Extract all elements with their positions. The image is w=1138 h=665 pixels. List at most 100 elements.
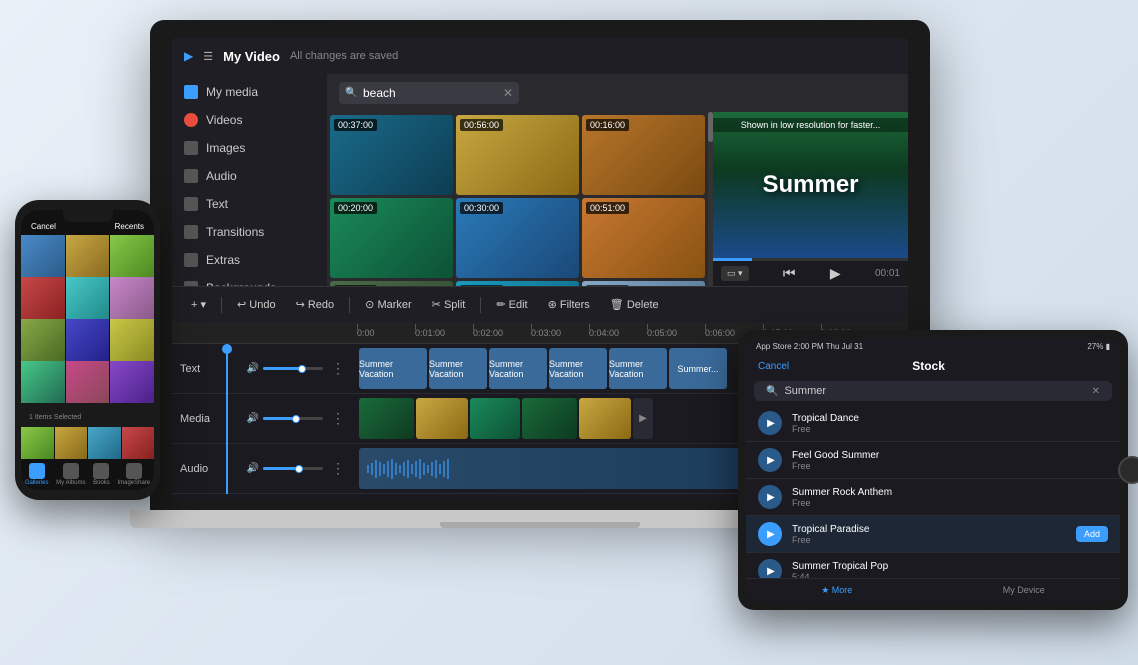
sidebar-item-backgrounds[interactable]: Backgrounds: [172, 274, 327, 286]
audio-volume-bar[interactable]: [263, 467, 323, 470]
phone-recent-photo-4[interactable]: [122, 427, 155, 460]
project-title[interactable]: My Video: [223, 49, 280, 64]
sidebar-item-transitions[interactable]: Transitions: [172, 218, 327, 246]
sidebar-item-text[interactable]: Text: [172, 190, 327, 218]
tablet-music-item-2[interactable]: ▶ Feel Good Summer Free: [746, 442, 1120, 479]
video-thumb-9[interactable]: 00:15:00: [582, 281, 705, 286]
video-duration-7: 00:37:00: [334, 285, 377, 286]
video-thumb-2[interactable]: 00:56:00: [456, 115, 579, 195]
sidebar-label-text: Text: [206, 197, 228, 211]
tablet-music-item-3[interactable]: ▶ Summer Rock Anthem Free: [746, 479, 1120, 516]
phone-photo-7[interactable]: [21, 319, 65, 363]
edit-button[interactable]: ✏ Edit: [489, 295, 534, 314]
tablet-cancel-button[interactable]: Cancel: [758, 361, 789, 372]
phone-tab-imageshare[interactable]: ImageShare: [117, 463, 150, 486]
text-volume-bar[interactable]: [263, 367, 323, 370]
text-clip-5[interactable]: Summer Vacation: [609, 348, 667, 389]
media-clip-1[interactable]: [359, 398, 414, 439]
media-clip-5[interactable]: [579, 398, 631, 439]
tablet-play-btn-3[interactable]: ▶: [758, 485, 782, 509]
audio-track-label: Audio 🔊 ⋮: [172, 460, 357, 477]
tablet-play-btn-1[interactable]: ▶: [758, 411, 782, 435]
phone-recent-photo-2[interactable]: [55, 427, 88, 460]
text-clip-6[interactable]: Summer...: [669, 348, 727, 389]
tablet-play-btn-5[interactable]: ▶: [758, 559, 782, 578]
tablet-status-left: App Store 2:00 PM Thu Jul 31: [756, 342, 863, 351]
video-thumb-5[interactable]: 00:30:00: [456, 198, 579, 278]
phone-tab-albums[interactable]: My Albums: [56, 463, 85, 486]
phone-recents-text[interactable]: Recents: [115, 222, 144, 231]
video-thumb-4[interactable]: 00:20:00: [330, 198, 453, 278]
phone-recent-photo-1[interactable]: [21, 427, 54, 460]
text-clip-4[interactable]: Summer Vacation: [549, 348, 607, 389]
sidebar-item-my-media[interactable]: My media: [172, 78, 327, 106]
add-button[interactable]: + ▾: [184, 295, 213, 314]
marker-button[interactable]: ⊙ Marker: [358, 295, 419, 314]
phone-tab-galleries[interactable]: Galleries: [25, 463, 49, 486]
play-pause-button[interactable]: ▶: [830, 265, 841, 282]
tablet-search-value[interactable]: Summer: [784, 385, 826, 397]
tablet-home-button[interactable]: [1118, 456, 1138, 484]
delete-button[interactable]: 🗑 Delete: [603, 295, 666, 314]
video-thumb-3[interactable]: 00:16:00: [582, 115, 705, 195]
video-thumb-6[interactable]: 00:51:00: [582, 198, 705, 278]
media-volume-bar[interactable]: [263, 417, 323, 420]
phone-cancel-text[interactable]: Cancel: [31, 222, 56, 231]
audio-track-more-button[interactable]: ⋮: [327, 460, 349, 477]
undo-button[interactable]: ↩ Undo: [230, 295, 283, 314]
sidebar-item-videos[interactable]: Videos: [172, 106, 327, 134]
text-clip-1[interactable]: Summer Vacation: [359, 348, 427, 389]
tablet-search-clear[interactable]: ✕: [1092, 386, 1100, 397]
prev-frame-button[interactable]: ⏮: [783, 265, 796, 282]
filters-button[interactable]: ⊛ Filters: [541, 295, 597, 314]
preview-size-button[interactable]: ▭ ▾: [721, 266, 749, 281]
hamburger-icon[interactable]: ☰: [203, 50, 213, 63]
tablet-music-list: ▶ Tropical Dance Free ▶ Feel Good Summer…: [746, 405, 1120, 578]
tablet-play-btn-2[interactable]: ▶: [758, 448, 782, 472]
tablet-music-item-5[interactable]: ▶ Summer Tropical Pop 5:44: [746, 553, 1120, 578]
search-input[interactable]: [339, 82, 519, 104]
media-expand-button[interactable]: ▶: [633, 398, 653, 439]
phone-tab-books[interactable]: Books: [93, 463, 110, 486]
text-clip-3[interactable]: Summer Vacation: [489, 348, 547, 389]
tablet-music-item-4[interactable]: ▶ Tropical Paradise Free Add: [746, 516, 1120, 553]
text-clip-2[interactable]: Summer Vacation: [429, 348, 487, 389]
media-clip-3[interactable]: [470, 398, 520, 439]
tablet-music-item-1[interactable]: ▶ Tropical Dance Free: [746, 405, 1120, 442]
phone-photo-6[interactable]: [110, 277, 154, 321]
phone-photo-4[interactable]: [21, 277, 65, 321]
phone-photo-12[interactable]: [110, 361, 154, 402]
sidebar-label-videos: Videos: [206, 113, 242, 127]
media-track-more-button[interactable]: ⋮: [327, 410, 349, 427]
ruler-mark-2: 0:02:00: [473, 328, 531, 338]
phone-photo-8[interactable]: [66, 319, 110, 363]
phone-photo-3[interactable]: [110, 235, 154, 279]
text-track-more-button[interactable]: ⋮: [327, 360, 349, 377]
redo-button[interactable]: ↪ Redo: [289, 295, 342, 314]
phone-photo-5[interactable]: [66, 277, 110, 321]
tablet-tab-more[interactable]: ★ More: [821, 585, 852, 596]
tablet-play-btn-4[interactable]: ▶: [758, 522, 782, 546]
search-clear-button[interactable]: ✕: [503, 86, 513, 100]
video-thumb-1[interactable]: 00:37:00: [330, 115, 453, 195]
play-icon-3: ▶: [767, 492, 775, 503]
video-thumb-7[interactable]: 00:37:00: [330, 281, 453, 286]
sidebar-item-extras[interactable]: Extras: [172, 246, 327, 274]
phone-photo-9[interactable]: [110, 319, 154, 363]
phone-photo-1[interactable]: [21, 235, 65, 279]
phone-photo-10[interactable]: [21, 361, 65, 402]
media-clip-2[interactable]: [416, 398, 468, 439]
tablet-tab-my-device[interactable]: My Device: [1003, 585, 1045, 596]
split-button[interactable]: ✂ Split: [425, 295, 473, 314]
phone-photo-2[interactable]: [66, 235, 110, 279]
media-clip-4[interactable]: [522, 398, 577, 439]
phone-recent-photo-3[interactable]: [88, 427, 121, 460]
sidebar-item-audio[interactable]: Audio: [172, 162, 327, 190]
phone-photo-11[interactable]: [66, 361, 110, 402]
sidebar-item-images[interactable]: Images: [172, 134, 327, 162]
video-thumb-8[interactable]: 00:21:00: [456, 281, 579, 286]
galleries-icon: [29, 463, 45, 479]
books-icon: [93, 463, 109, 479]
phone-body: Cancel Recents 1 Items Selected: [15, 200, 160, 500]
tablet-add-button[interactable]: Add: [1076, 526, 1108, 542]
